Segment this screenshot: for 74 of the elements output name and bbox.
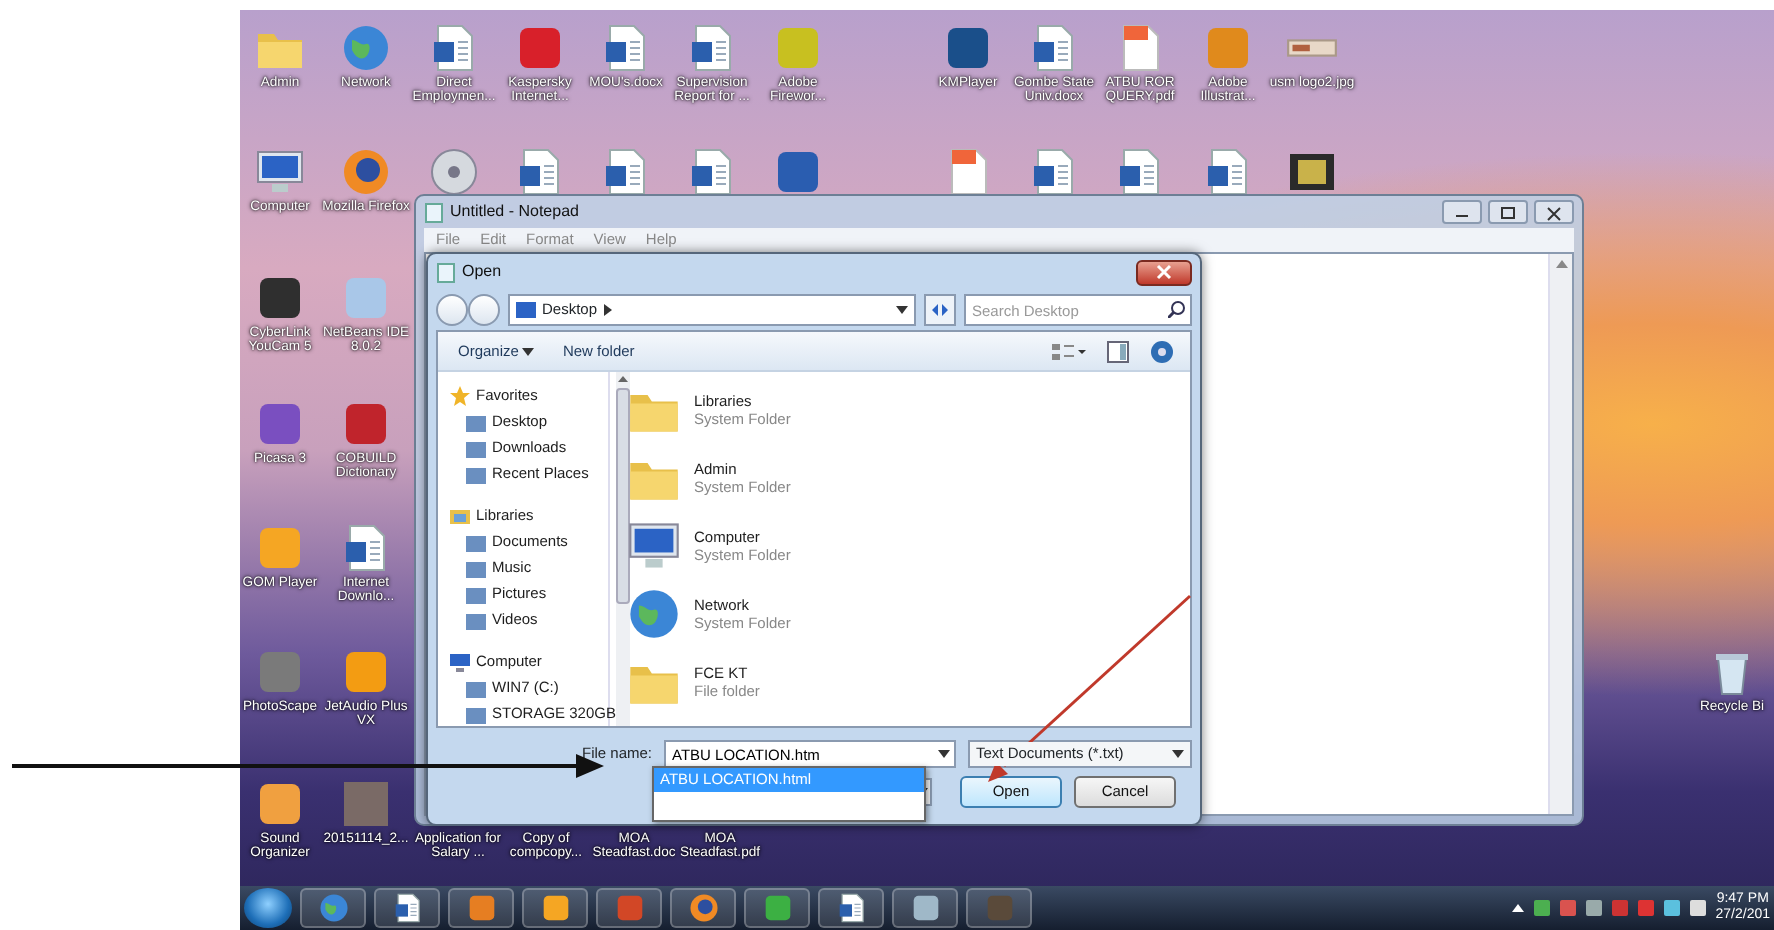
star-icon: [450, 386, 470, 406]
app-icon: [254, 778, 306, 830]
up-arrow-icon: [1511, 904, 1524, 912]
document-icon: [391, 892, 423, 924]
app-icon: [340, 646, 392, 698]
disc-icon: [428, 146, 480, 198]
maximize-icon: [1498, 203, 1518, 221]
notepad-icon: [436, 261, 456, 283]
app-icon: [539, 892, 571, 924]
help-button[interactable]: [1150, 339, 1174, 363]
app-icon: [254, 522, 306, 574]
app-icon: [514, 22, 566, 74]
up-arrow-icon: [1555, 260, 1567, 268]
library-icon: [450, 506, 470, 526]
taskbar-button[interactable]: [300, 888, 366, 928]
notepad-icon: [424, 201, 444, 223]
close-button[interactable]: [1534, 200, 1574, 224]
globe-icon: [340, 22, 392, 74]
views-button[interactable]: [1050, 339, 1086, 363]
taskbar-button[interactable]: [522, 888, 588, 928]
app-icon: [340, 272, 392, 324]
browser-icon: [687, 892, 719, 924]
app-icon: [772, 22, 824, 74]
caret-icon: [522, 347, 535, 355]
close-button[interactable]: [1136, 259, 1192, 285]
scrollbar[interactable]: [1548, 254, 1572, 814]
app-icon: [772, 146, 824, 198]
views-icon: [1050, 339, 1086, 363]
taskbar-button[interactable]: [818, 888, 884, 928]
close-icon: [1544, 203, 1564, 221]
forward-button[interactable]: [468, 294, 500, 326]
back-button[interactable]: [436, 294, 468, 326]
app-icon: [465, 892, 497, 924]
caret-icon: [1172, 750, 1184, 758]
taskbar-button[interactable]: [670, 888, 736, 928]
document-icon: [835, 892, 867, 924]
monitor-icon: [516, 302, 536, 318]
globe-icon: [626, 586, 682, 642]
taskbar-button[interactable]: [892, 888, 958, 928]
start-button[interactable]: [244, 888, 292, 928]
maximize-button[interactable]: [1488, 200, 1528, 224]
monitor-icon: [254, 146, 306, 198]
app-icon: [761, 892, 793, 924]
caret-icon: [896, 306, 908, 314]
close-icon: [1156, 264, 1172, 280]
scrollbar[interactable]: [615, 372, 630, 726]
app-icon: [340, 398, 392, 450]
app-icon: [909, 892, 941, 924]
refresh-icon: [930, 302, 950, 318]
taskbar-button[interactable]: [374, 888, 440, 928]
app-icon: [942, 22, 994, 74]
image-file-icon: [1286, 38, 1338, 58]
refresh-button[interactable]: [924, 294, 956, 326]
app-icon: [1202, 22, 1254, 74]
globe-icon: [317, 892, 349, 924]
help-icon: [1150, 339, 1174, 363]
preview-pane-button[interactable]: [1106, 339, 1130, 363]
dialog-title: Open: [462, 260, 502, 284]
search-icon: [1168, 300, 1186, 318]
photo-placeholder: [340, 778, 392, 830]
preview-pane-icon: [1106, 339, 1130, 363]
app-icon: [254, 272, 306, 324]
chevron-icon: [603, 304, 612, 316]
monitor-icon: [450, 652, 470, 672]
monitor-icon: [626, 518, 682, 574]
window-title: Untitled - Notepad: [450, 200, 579, 224]
app-icon: [254, 398, 306, 450]
browser-icon: [340, 146, 392, 198]
caret-icon: [938, 750, 950, 758]
app-icon: [613, 892, 645, 924]
up-arrow-icon: [617, 376, 628, 382]
app-icon: [983, 892, 1015, 924]
app-icon: [254, 646, 306, 698]
minimize-button[interactable]: [1442, 200, 1482, 224]
